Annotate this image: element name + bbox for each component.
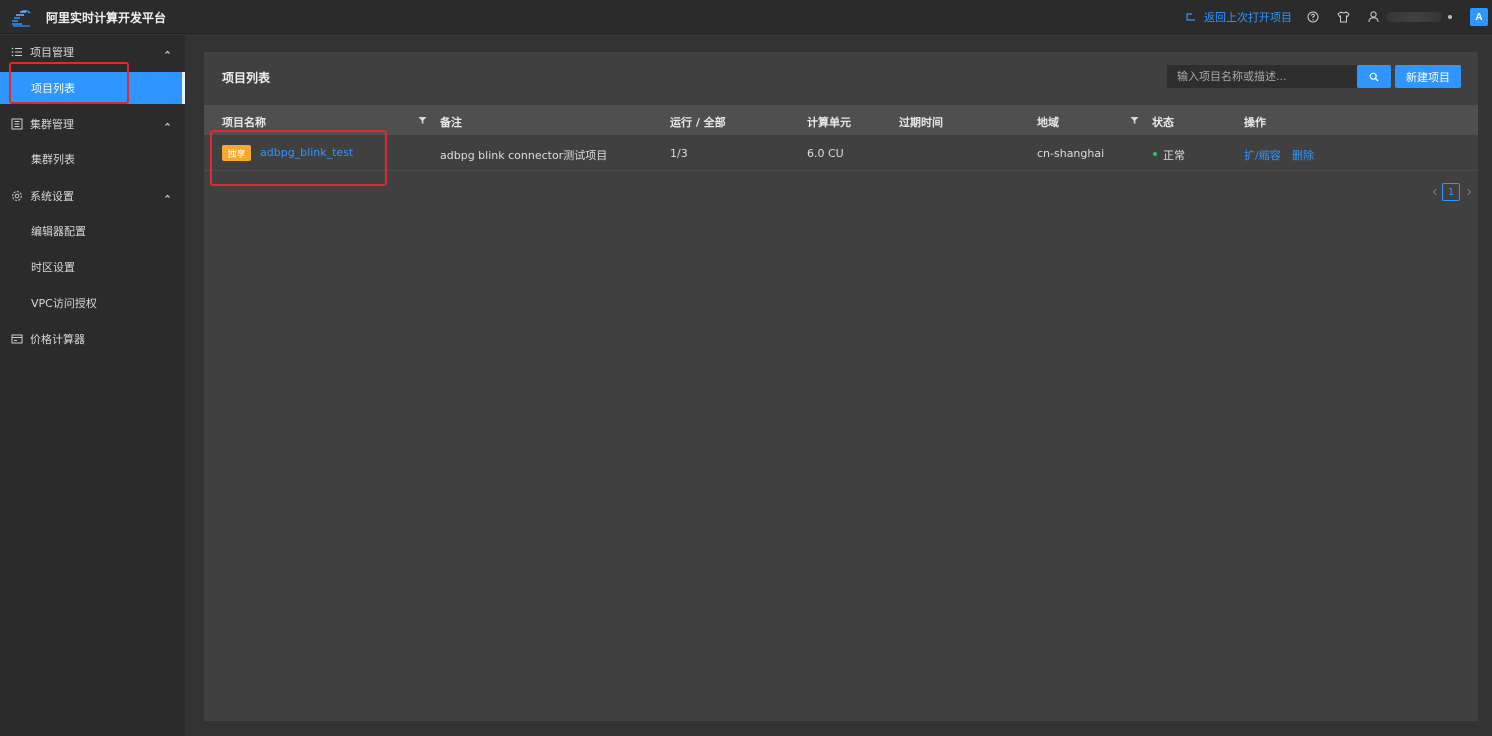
compute-unit-value: 6.0 CU [807, 147, 844, 160]
language-icon-label: A [1475, 11, 1483, 23]
pagination-page-current[interactable]: 1 [1442, 183, 1460, 201]
sidebar-group-label: 系统设置 [30, 190, 74, 203]
page-title: 项目列表 [222, 71, 271, 85]
username-blurred[interactable] [1386, 12, 1442, 22]
column-header-compute-unit: 计算单元 [807, 116, 851, 129]
running-total-value: 1/3 [670, 147, 688, 160]
gear-icon [12, 191, 22, 201]
logo-icon [12, 9, 31, 27]
return-link-label: 返回上次打开项目 [1204, 11, 1292, 24]
region-value: cn-shanghai [1037, 147, 1105, 160]
chevron-up-icon [165, 50, 170, 54]
top-header: 阿里实时计算开发平台 返回上次打开项目 A [0, 0, 1492, 34]
pagination-next-icon[interactable] [1464, 186, 1474, 198]
column-header-region[interactable]: 地域 [1037, 114, 1059, 130]
sidebar-group-system-settings[interactable]: 系统设置 [0, 179, 185, 213]
sidebar: 项目管理 项目列表 集群管理 集群列表 系统设置 编辑器配置 时区设置 VPC访… [0, 35, 185, 736]
sidebar-group-project-management[interactable]: 项目管理 [0, 35, 185, 69]
project-name-link[interactable]: adbpg_blink_test [260, 146, 353, 159]
sidebar-item-vpc-authorization[interactable]: VPC访问授权 [0, 287, 185, 319]
list-icon [11, 47, 22, 57]
delete-button[interactable]: 删除 [1292, 147, 1314, 163]
search-input[interactable] [1167, 65, 1357, 88]
pagination-prev-icon[interactable] [1430, 186, 1440, 198]
column-header-status: 状态 [1152, 116, 1174, 129]
cluster-icon [11, 118, 23, 130]
theme-button[interactable] [1336, 10, 1350, 24]
sidebar-group-label: 集群管理 [30, 118, 74, 131]
sidebar-item-label: 时区设置 [31, 261, 75, 274]
sidebar-item-project-list[interactable]: 项目列表 [0, 72, 185, 104]
filter-icon[interactable] [1130, 116, 1139, 125]
return-icon [1186, 13, 1195, 21]
chevron-up-icon [165, 122, 170, 126]
column-header-note: 备注 [440, 116, 462, 129]
sidebar-group-price-calculator[interactable]: 价格计算器 [0, 322, 185, 356]
search-button[interactable] [1357, 65, 1391, 88]
calculator-icon [11, 334, 23, 344]
return-last-project-link[interactable]: 返回上次打开项目 [1186, 9, 1292, 25]
user-button[interactable] [1366, 10, 1380, 24]
sidebar-group-cluster-management[interactable]: 集群管理 [0, 107, 185, 141]
project-list-panel: 项目列表 新建项目 项目名称 备注 运行 / 全部 计算单元 过期时间 地域 状… [204, 52, 1478, 721]
sidebar-group-label: 项目管理 [30, 46, 74, 59]
sidebar-item-timezone-settings[interactable]: 时区设置 [0, 251, 185, 283]
table-header: 项目名称 备注 运行 / 全部 计算单元 过期时间 地域 状态 操作 [204, 105, 1478, 135]
shirt-icon [1336, 11, 1350, 23]
sidebar-item-cluster-list[interactable]: 集群列表 [0, 143, 185, 175]
column-header-project-name[interactable]: 项目名称 [222, 114, 266, 130]
user-menu-caret-icon[interactable] [1448, 15, 1452, 19]
status-value: 正常 [1163, 149, 1185, 162]
project-note: adbpg blink connector测试项目 [440, 149, 608, 162]
sidebar-item-label: 编辑器配置 [31, 225, 86, 238]
scale-button[interactable]: 扩/缩容 [1244, 147, 1281, 163]
column-header-running-total: 运行 / 全部 [670, 116, 726, 129]
sidebar-item-label: VPC访问授权 [31, 297, 97, 310]
help-icon [1307, 11, 1319, 23]
status-ok-dot [1153, 152, 1157, 156]
user-icon [1368, 11, 1378, 23]
help-button[interactable] [1306, 10, 1320, 24]
search-icon [1369, 72, 1379, 81]
chevron-up-icon [165, 194, 170, 198]
sidebar-item-editor-config[interactable]: 编辑器配置 [0, 215, 185, 247]
sidebar-group-label: 价格计算器 [30, 333, 85, 346]
app-title: 阿里实时计算开发平台 [46, 11, 167, 25]
column-header-expire-time: 过期时间 [899, 116, 943, 129]
sidebar-item-label: 项目列表 [31, 82, 75, 95]
filter-icon[interactable] [418, 116, 427, 125]
language-switch-button[interactable]: A [1470, 8, 1488, 26]
new-project-button[interactable]: 新建项目 [1395, 65, 1461, 88]
dedicated-tag: 独享 [222, 145, 251, 161]
sidebar-item-label: 集群列表 [31, 153, 75, 166]
table-row: 独享 adbpg_blink_test adbpg blink connecto… [204, 135, 1478, 171]
column-header-actions: 操作 [1244, 116, 1266, 129]
